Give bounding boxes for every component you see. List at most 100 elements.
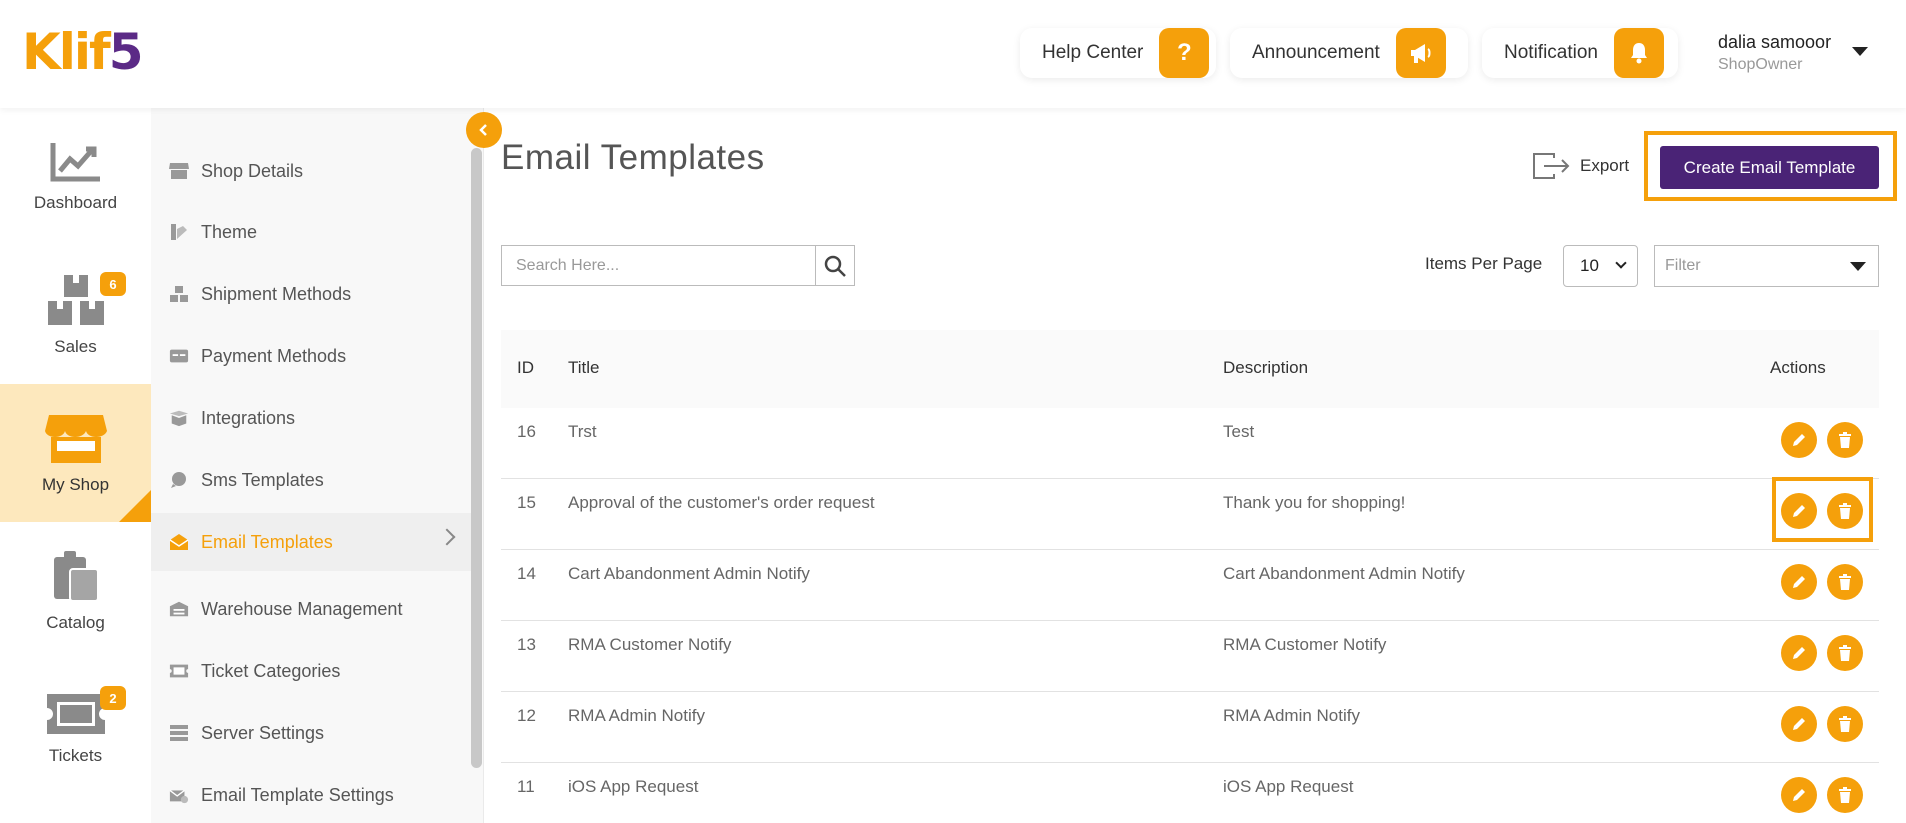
subnav-label: Payment Methods (201, 345, 347, 366)
chat-bubble-icon (169, 470, 189, 490)
tickets-count-badge: 2 (100, 686, 126, 710)
subnav-label: Integrations (201, 407, 296, 428)
column-header-id: ID (517, 358, 534, 377)
table-row: 15 Approval of the customer's order requ… (501, 479, 1879, 550)
search-input[interactable] (501, 245, 816, 286)
subnav-item-theme[interactable]: Theme (151, 203, 471, 261)
announcement-button[interactable]: Announcement (1230, 28, 1468, 78)
rail-item-sales[interactable]: Sales 6 (0, 246, 151, 384)
subnav-item-server-settings[interactable]: Server Settings (151, 704, 471, 762)
edit-button[interactable] (1781, 564, 1817, 600)
subnav-item-ticket-categories[interactable]: Ticket Categories (151, 642, 471, 700)
rail-label-tickets: Tickets (48, 746, 103, 765)
rail-item-dashboard[interactable]: Dashboard (0, 108, 151, 246)
delete-button[interactable] (1827, 564, 1863, 600)
rail-item-my-shop[interactable]: My Shop (0, 384, 151, 522)
ticket-icon (46, 694, 105, 734)
rail-label-dashboard: Dashboard (33, 193, 118, 212)
delete-button[interactable] (1827, 422, 1863, 458)
card-icon (169, 346, 189, 366)
subnav-item-shop-details[interactable]: Shop Details (151, 142, 471, 200)
subnav-item-email-template-settings[interactable]: Email Template Settings (151, 766, 471, 823)
subnav-item-email-templates[interactable]: Email Templates (151, 513, 471, 571)
boxes-small-icon (169, 284, 189, 304)
cell-description: Cart Abandonment Admin Notify (1223, 564, 1465, 583)
user-role: ShopOwner (1718, 56, 1803, 73)
create-email-template-button[interactable]: Create Email Template (1660, 146, 1879, 189)
rail-item-catalog[interactable]: Catalog (0, 522, 151, 660)
subnav-item-payment-methods[interactable]: Payment Methods (151, 327, 471, 385)
items-per-page-select[interactable]: 10 (1563, 245, 1638, 287)
pencil-icon (1793, 576, 1805, 588)
rail-label-sales: Sales (54, 337, 97, 356)
cell-id: 13 (517, 635, 536, 654)
cell-title: iOS App Request (568, 777, 699, 796)
store-small-icon (169, 161, 189, 181)
notification-label: Notification (1504, 42, 1598, 63)
top-bar: Klif 5 Help Center ? Announcement Notific… (0, 0, 1906, 108)
delete-button[interactable] (1827, 777, 1863, 813)
help-center-button[interactable]: Help Center ? (1020, 28, 1216, 78)
chevron-left-icon (479, 124, 487, 136)
user-menu[interactable]: dalia samooor ShopOwner (1718, 32, 1831, 74)
cell-title: RMA Customer Notify (568, 635, 732, 654)
cell-description: Thank you for shopping! (1223, 493, 1406, 512)
edit-button[interactable] (1781, 706, 1817, 742)
trash-icon (1839, 787, 1851, 803)
boxes-icon (47, 275, 104, 325)
bell-icon (1614, 28, 1664, 78)
warehouse-icon (169, 599, 189, 619)
logo-text: Klif (22, 23, 111, 81)
cell-description: Test (1223, 422, 1255, 441)
chevron-right-icon (438, 528, 456, 546)
subnav-item-integrations[interactable]: Integrations (151, 389, 471, 447)
table-row: 11 iOS App Request iOS App Request (501, 763, 1879, 823)
sales-count-badge: 6 (100, 272, 126, 296)
klif-logo[interactable]: Klif 5 (22, 23, 144, 81)
subnav-item-sms-templates[interactable]: Sms Templates (151, 451, 471, 509)
delete-button[interactable] (1827, 706, 1863, 742)
edit-button[interactable] (1781, 777, 1817, 813)
table-header: ID Title Description Actions (501, 330, 1879, 408)
notification-button[interactable]: Notification (1482, 28, 1678, 78)
search-button[interactable] (815, 245, 855, 286)
cell-id: 12 (517, 706, 536, 725)
palette-icon (169, 222, 189, 242)
cell-id: 16 (517, 422, 536, 441)
cell-description: RMA Admin Notify (1223, 706, 1360, 725)
pencil-icon (1793, 718, 1805, 730)
items-per-page-value: 10 (1580, 256, 1599, 275)
table-row: 14 Cart Abandonment Admin Notify Cart Ab… (501, 550, 1879, 621)
collapse-sidebar-button[interactable] (466, 112, 502, 148)
ticket-small-icon (169, 661, 189, 681)
filter-placeholder: Filter (1665, 257, 1701, 274)
export-button[interactable]: Export (1532, 152, 1629, 180)
trash-icon (1839, 432, 1851, 448)
delete-button[interactable] (1827, 635, 1863, 671)
page-title: Email Templates (501, 138, 765, 177)
items-per-page-label: Items Per Page (1425, 254, 1543, 273)
subnav-label: Warehouse Management (201, 598, 403, 619)
chevron-down-icon (1615, 257, 1627, 269)
column-header-actions: Actions (1770, 358, 1826, 377)
chart-icon (50, 143, 100, 182)
subnav-label: Server Settings (201, 722, 325, 743)
pencil-icon (1793, 434, 1805, 446)
store-icon (44, 415, 107, 463)
table-row: 13 RMA Customer Notify RMA Customer Noti… (501, 621, 1879, 692)
rail-item-tickets[interactable]: Tickets 2 (0, 660, 151, 798)
subnav-item-shipment-methods[interactable]: Shipment Methods (151, 265, 471, 323)
clipboard-icon (53, 551, 99, 602)
subnav-item-warehouse-management[interactable]: Warehouse Management (151, 580, 471, 638)
subnav-label: Email Template Settings (201, 784, 394, 805)
edit-button[interactable] (1781, 422, 1817, 458)
filter-select[interactable]: Filter (1654, 245, 1879, 287)
export-icon (1533, 153, 1570, 179)
cell-description: RMA Customer Notify (1223, 635, 1387, 654)
box-open-icon (169, 408, 189, 428)
subnav-label: Shop Details (201, 160, 304, 181)
user-dropdown-caret-icon[interactable] (1852, 47, 1868, 56)
edit-button[interactable] (1781, 635, 1817, 671)
server-icon (169, 723, 189, 743)
subnav-scrollbar[interactable] (471, 148, 482, 768)
